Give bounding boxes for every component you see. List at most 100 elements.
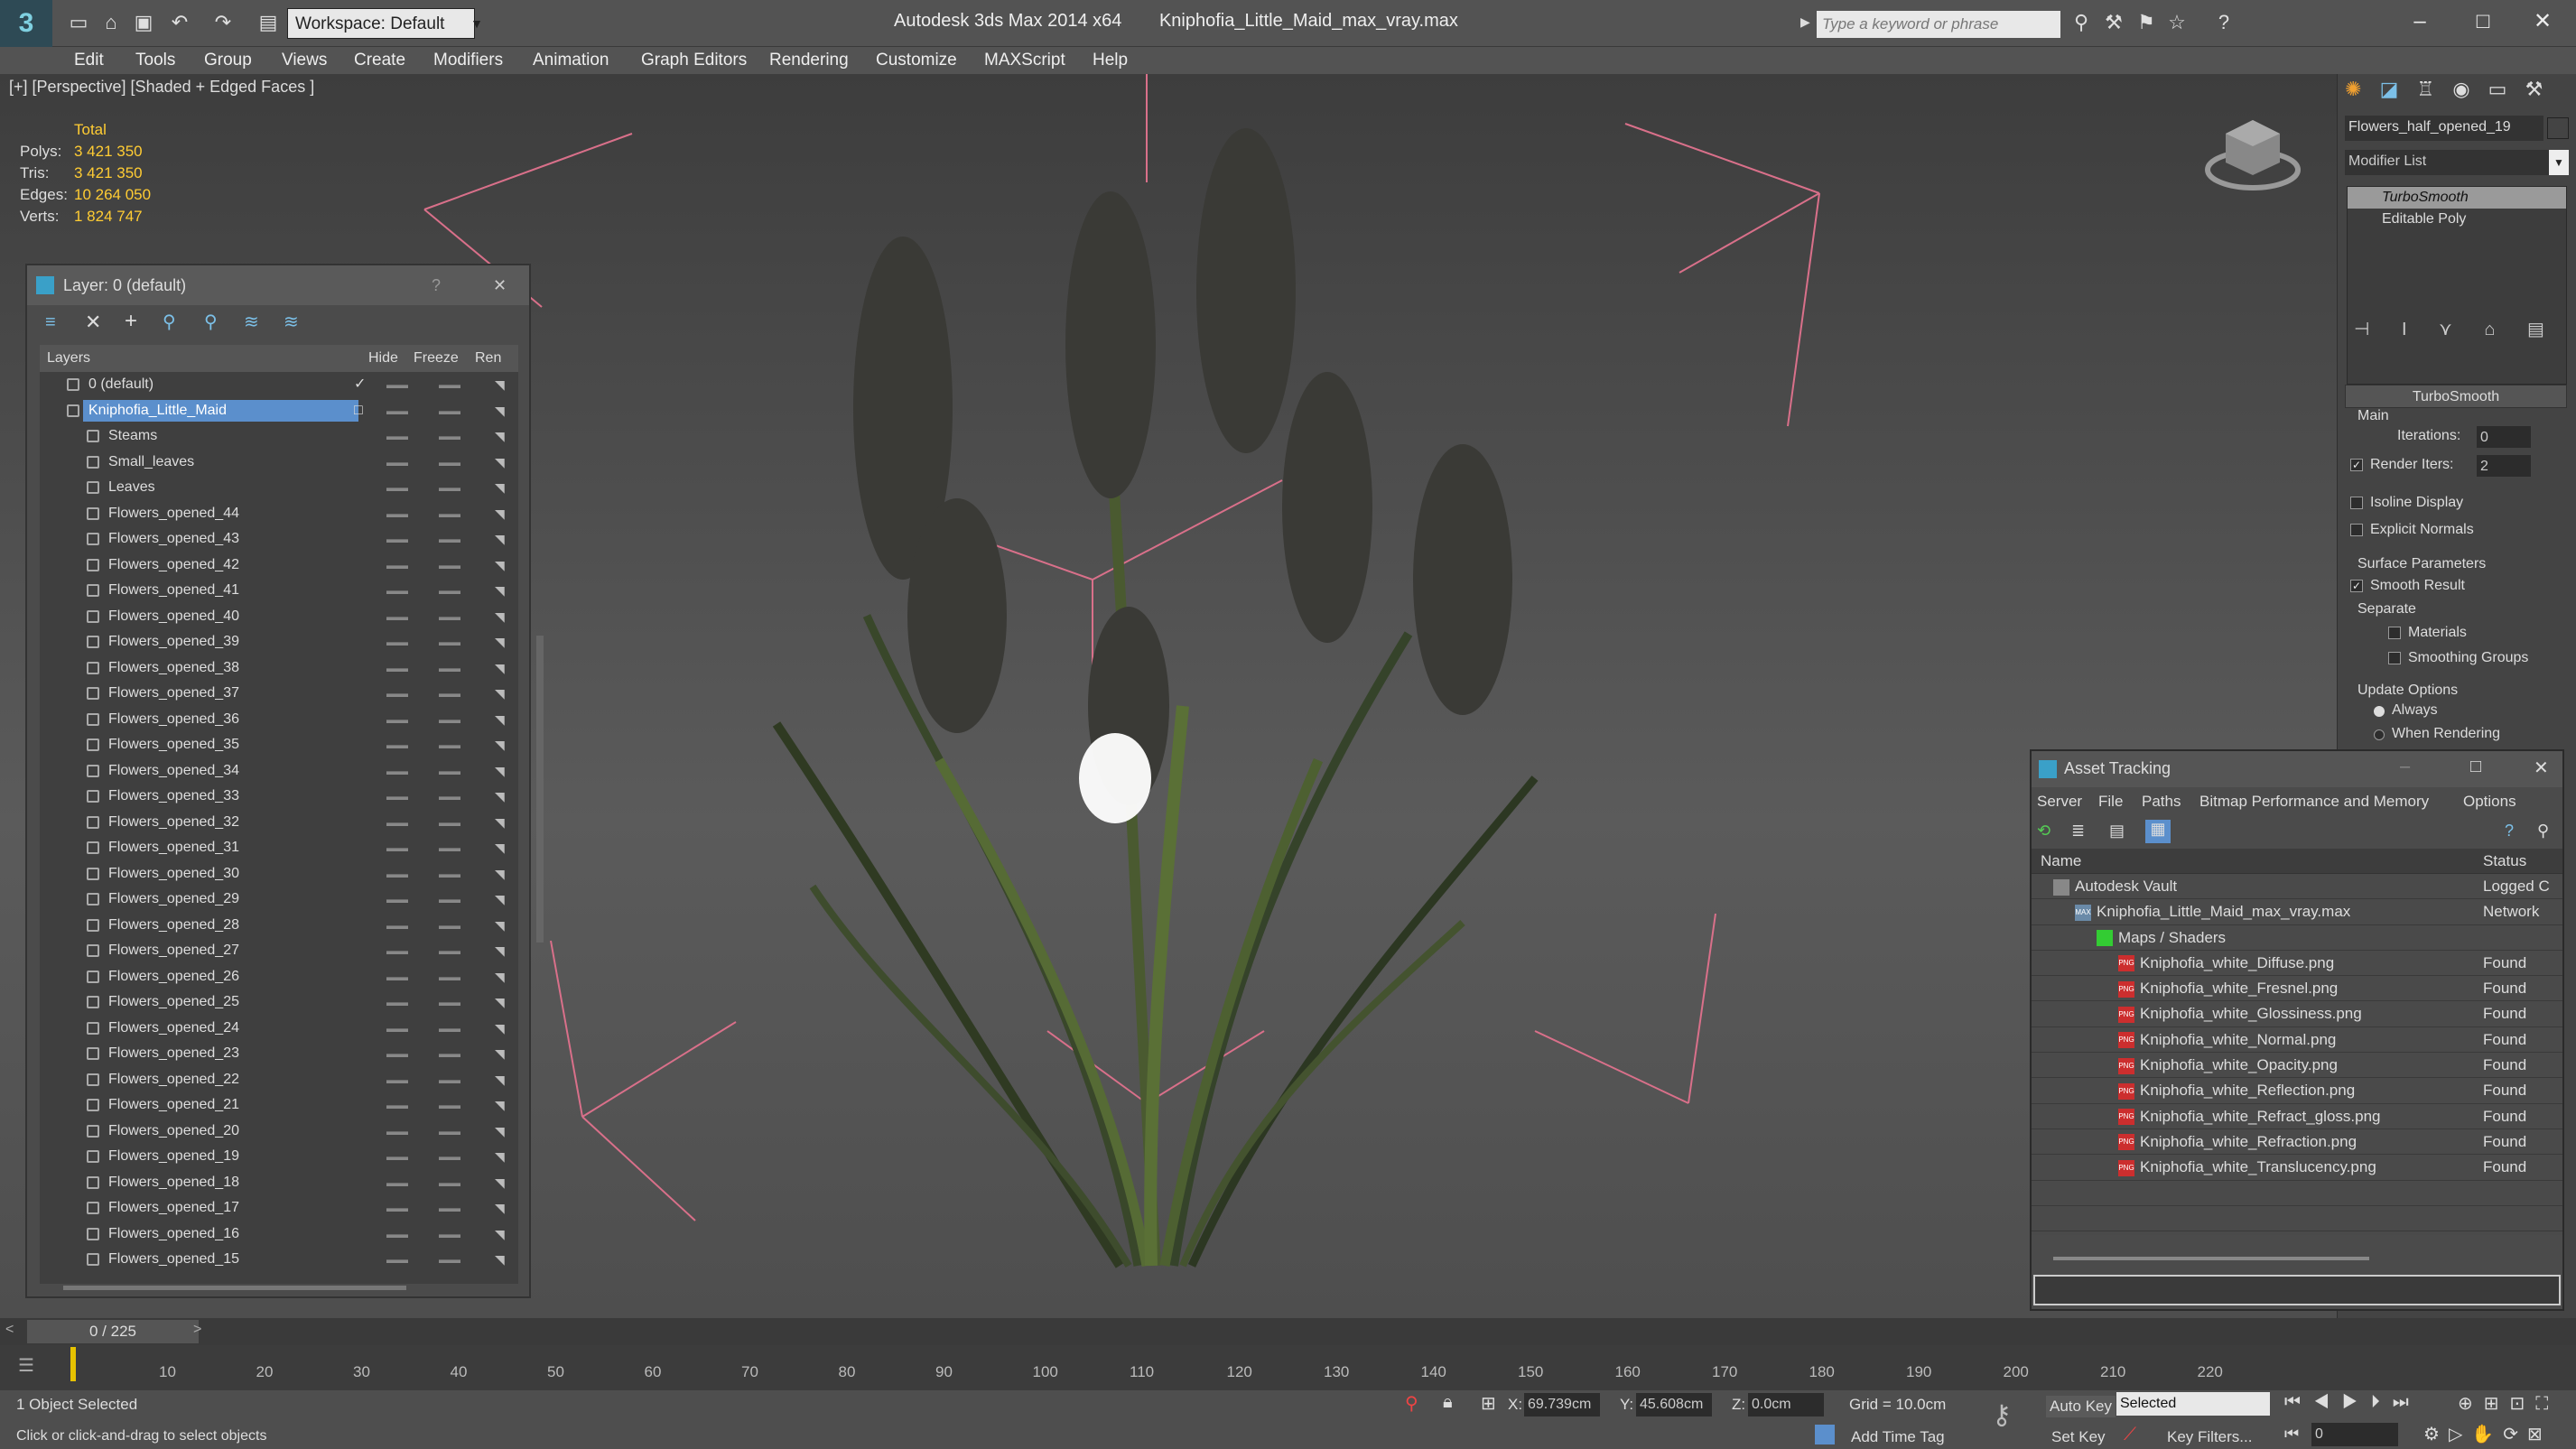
minimize-icon[interactable]: – [2400, 757, 2410, 777]
favorites-star-icon[interactable]: ☆ [2163, 9, 2190, 36]
redo-icon[interactable]: ↷ [209, 9, 237, 36]
col-freeze[interactable]: Freeze [414, 345, 459, 372]
undo-icon[interactable]: ↶ [166, 9, 193, 36]
save-icon[interactable]: ▣ [130, 9, 157, 36]
viewport-label[interactable]: [+] [Perspective] [Shaded + Edged Faces … [9, 78, 314, 97]
layer-row[interactable]: Flowers_opened_30 ▬▬ ▬▬ ◥ [40, 861, 518, 887]
menu-options[interactable]: Options [2463, 787, 2516, 816]
menu-tools[interactable]: Tools [135, 51, 175, 70]
pin-icon[interactable]: ⚲ [2537, 822, 2549, 841]
freeze-toggle[interactable]: ▬▬ [439, 604, 460, 630]
render-toggle-icon[interactable]: ◥ [495, 784, 505, 810]
layer-row[interactable]: Flowers_opened_31 ▬▬ ▬▬ ◥ [40, 835, 518, 861]
layer-row[interactable]: Flowers_opened_41 ▬▬ ▬▬ ◥ [40, 578, 518, 604]
menu-help[interactable]: Help [1093, 51, 1128, 70]
previous-frame-icon[interactable]: ◀ [2313, 1392, 2342, 1412]
layer-list-scrollbar[interactable] [536, 636, 544, 943]
render-toggle-icon[interactable]: ◥ [495, 964, 505, 990]
asset-row[interactable]: PNG Kniphofia_white_Diffuse.png Found [2032, 951, 2562, 977]
maximize-icon[interactable]: □ [2470, 757, 2481, 777]
layer-row[interactable]: Small_leaves ▬▬ ▬▬ ◥ [40, 450, 518, 476]
chevron-down-icon[interactable]: ▼ [466, 8, 488, 39]
col-layers[interactable]: Layers [47, 345, 90, 372]
active-layer-toggle[interactable]: □ [354, 398, 363, 424]
hide-toggle[interactable]: ▬▬ [386, 372, 408, 398]
highlight-selected-layer-icon[interactable]: ⚲ [204, 311, 218, 333]
hide-toggle[interactable]: ▬▬ [386, 1092, 408, 1119]
select-objects-in-layer-icon[interactable]: ⚲ [163, 311, 176, 333]
freeze-toggle[interactable]: ▬▬ [439, 861, 460, 887]
time-tag-icon[interactable] [1815, 1425, 1835, 1444]
render-toggle-icon[interactable]: ◥ [495, 1041, 505, 1067]
render-toggle-icon[interactable]: ◥ [495, 938, 505, 964]
add-to-layer-icon[interactable]: + [125, 309, 137, 334]
lock-selection-icon[interactable]: 🔒︎ [1443, 1392, 1453, 1413]
render-toggle-icon[interactable]: ◥ [495, 989, 505, 1016]
isoline-checkbox[interactable] [2350, 495, 2370, 511]
hide-toggle[interactable]: ▬▬ [386, 423, 408, 450]
layer-row[interactable]: Steams ▬▬ ▬▬ ◥ [40, 423, 518, 450]
hide-toggle[interactable]: ▬▬ [386, 553, 408, 579]
menu-animation[interactable]: Animation [533, 51, 609, 70]
time-slider[interactable] [0, 1318, 2576, 1345]
set-key-button[interactable]: Set Key [2051, 1428, 2106, 1446]
layer-row[interactable]: Flowers_opened_40 ▬▬ ▬▬ ◥ [40, 604, 518, 630]
render-toggle-icon[interactable]: ◥ [495, 553, 505, 579]
layer-row[interactable]: Flowers_opened_43 ▬▬ ▬▬ ◥ [40, 526, 518, 553]
layer-row[interactable]: Flowers_opened_26 ▬▬ ▬▬ ◥ [40, 964, 518, 990]
freeze-toggle[interactable]: ▬▬ [439, 501, 460, 527]
hide-toggle[interactable]: ▬▬ [386, 1016, 408, 1042]
menu-file[interactable]: File [2098, 787, 2123, 816]
freeze-toggle[interactable]: ▬▬ [439, 450, 460, 476]
render-toggle-icon[interactable]: ◥ [495, 450, 505, 476]
mini-curve-editor-icon[interactable]: ☰ [18, 1354, 34, 1377]
hide-unhide-layers-icon[interactable]: ≋ [244, 311, 259, 333]
hierarchy-tab-icon[interactable]: ♖ [2416, 78, 2434, 100]
asset-row[interactable]: Autodesk Vault Logged C [2032, 874, 2562, 900]
freeze-toggle[interactable]: ▬▬ [439, 1119, 460, 1145]
asset-tracking-titlebar[interactable]: Asset Tracking – □ ✕ [2032, 751, 2562, 787]
layer-row[interactable]: Flowers_opened_28 ▬▬ ▬▬ ◥ [40, 913, 518, 939]
layer-window-titlebar[interactable]: Layer: 0 (default) ? ✕ [27, 265, 529, 305]
layer-row[interactable]: Flowers_opened_32 ▬▬ ▬▬ ◥ [40, 810, 518, 836]
add-time-tag[interactable]: Add Time Tag [1851, 1428, 1945, 1446]
time-config-icon[interactable]: ⚙ [2423, 1425, 2449, 1444]
explicit-normals-checkbox[interactable] [2350, 522, 2370, 538]
hide-toggle[interactable]: ▬▬ [386, 1144, 408, 1170]
hide-toggle[interactable]: ▬▬ [386, 758, 408, 785]
asset-row[interactable]: PNG Kniphofia_white_Normal.png Found [2032, 1027, 2562, 1054]
freeze-toggle[interactable]: ▬▬ [439, 1221, 460, 1248]
layer-row[interactable]: 0 (default) ✓ ▬▬ ▬▬ ◥ [40, 372, 518, 398]
hide-toggle[interactable]: ▬▬ [386, 475, 408, 501]
render-toggle-icon[interactable]: ◥ [495, 423, 505, 450]
layer-row[interactable]: Flowers_opened_33 ▬▬ ▬▬ ◥ [40, 784, 518, 810]
freeze-toggle[interactable]: ▬▬ [439, 835, 460, 861]
menu-edit[interactable]: Edit [74, 51, 104, 70]
render-toggle-icon[interactable]: ◥ [495, 861, 505, 887]
active-layer-toggle[interactable]: ✓ [354, 372, 366, 398]
freeze-toggle[interactable]: ▬▬ [439, 1195, 460, 1221]
hide-toggle[interactable]: ▬▬ [386, 1119, 408, 1145]
render-toggle-icon[interactable]: ◥ [495, 681, 505, 707]
freeze-toggle[interactable]: ▬▬ [439, 372, 460, 398]
asset-row[interactable]: PNG Kniphofia_white_Refract_gloss.png Foun… [2032, 1104, 2562, 1129]
render-toggle-icon[interactable]: ◥ [495, 501, 505, 527]
freeze-toggle[interactable]: ▬▬ [439, 578, 460, 604]
maximize-toggle-icon[interactable]: ⊠ [2527, 1425, 2552, 1444]
freeze-toggle[interactable]: ▬▬ [439, 810, 460, 836]
hide-toggle[interactable]: ▬▬ [386, 1247, 408, 1273]
set-key-icon[interactable]: ⟋ [2124, 1425, 2136, 1445]
render-toggle-icon[interactable]: ◥ [495, 732, 505, 758]
freeze-toggle[interactable]: ▬▬ [439, 707, 460, 733]
menu-maxscript[interactable]: MAXScript [984, 51, 1065, 70]
make-unique-icon[interactable]: ⋎ [2439, 320, 2452, 339]
new-file-icon[interactable]: ▭ [65, 9, 92, 36]
asset-row[interactable]: PNG Kniphofia_white_Glossiness.png Found [2032, 1001, 2562, 1027]
isolate-icon[interactable]: ⚲ [1405, 1392, 1418, 1415]
freeze-toggle[interactable]: ▬▬ [439, 655, 460, 682]
hide-toggle[interactable]: ▬▬ [386, 1221, 408, 1248]
render-toggle-icon[interactable]: ◥ [495, 835, 505, 861]
layer-row[interactable]: Flowers_opened_38 ▬▬ ▬▬ ◥ [40, 655, 518, 682]
layer-row[interactable]: Flowers_opened_20 ▬▬ ▬▬ ◥ [40, 1119, 518, 1145]
freeze-toggle[interactable]: ▬▬ [439, 938, 460, 964]
